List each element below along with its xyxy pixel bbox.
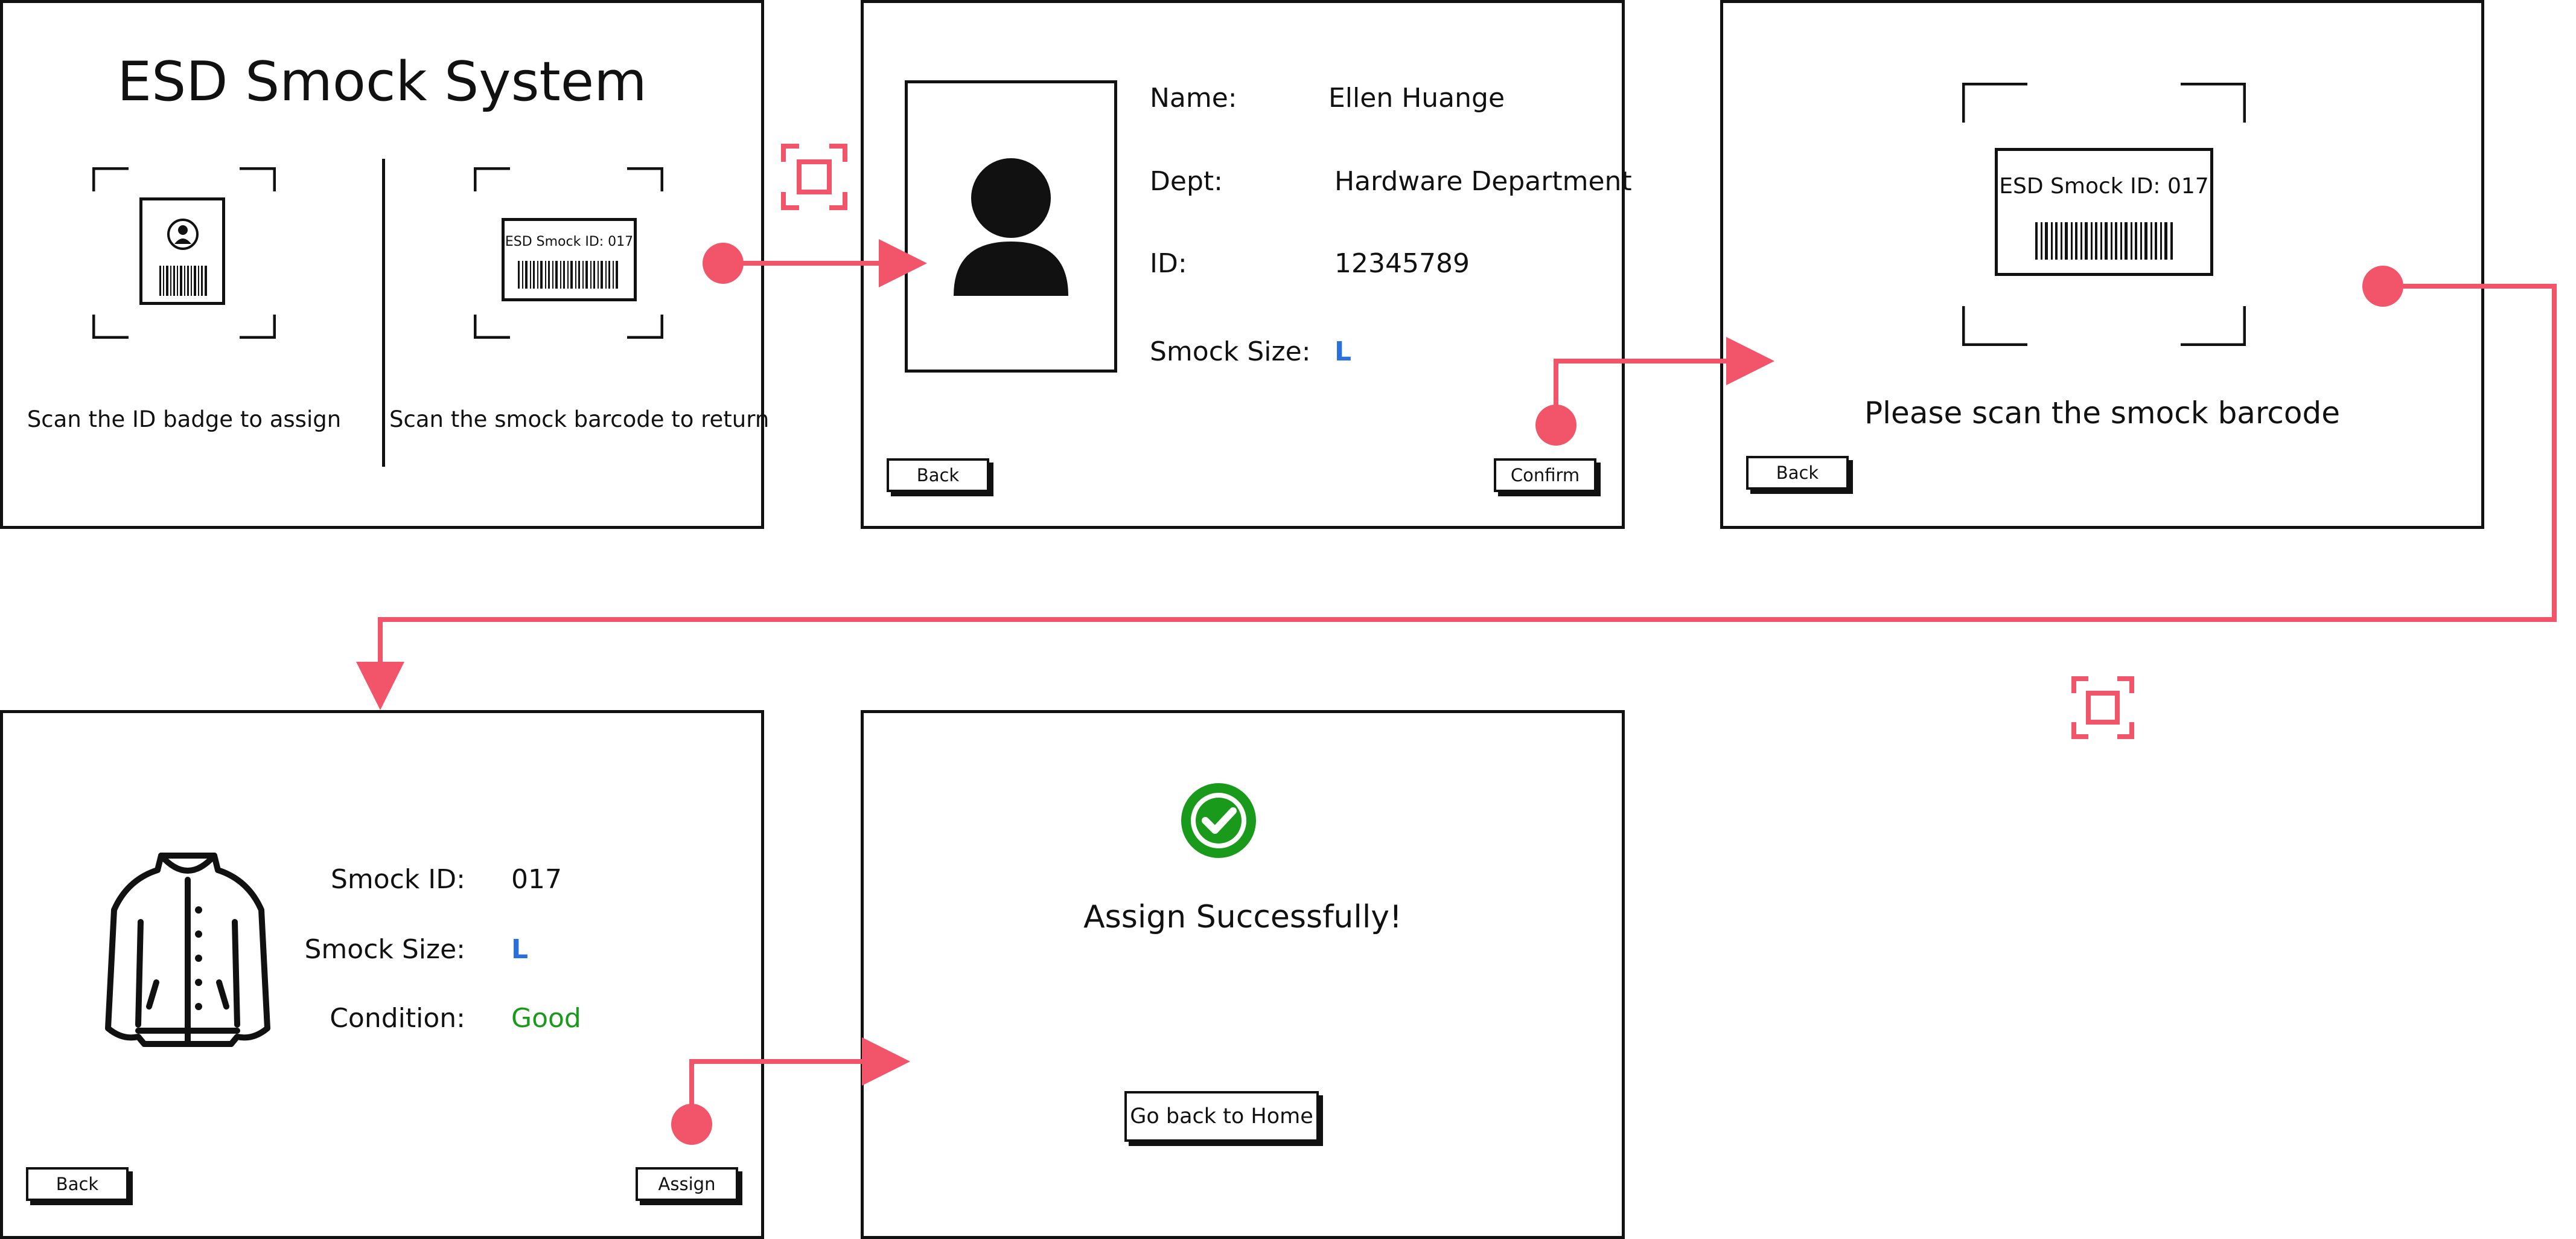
smock-tag-card: ESD Smock ID: 017 bbox=[1995, 148, 2213, 276]
condition-value: Good bbox=[511, 1003, 581, 1034]
smock-id-value: 017 bbox=[511, 864, 562, 895]
user-icon bbox=[954, 153, 1068, 296]
scan-prompt: Please scan the smock barcode bbox=[1864, 395, 2340, 431]
check-circle-icon bbox=[1181, 783, 1256, 858]
id-value: 12345789 bbox=[1334, 248, 1470, 279]
smock-size-label: Smock Size: bbox=[304, 934, 465, 965]
app-title: ESD Smock System bbox=[117, 50, 647, 114]
assign-button[interactable]: Assign bbox=[636, 1167, 738, 1201]
back-button[interactable]: Back bbox=[887, 458, 989, 492]
barcode-icon bbox=[159, 266, 207, 296]
name-value: Ellen Huange bbox=[1328, 83, 1505, 114]
success-message: Assign Successfully! bbox=[1083, 899, 1402, 935]
screen-success: Assign Successfully! Go back to Home bbox=[861, 710, 1625, 1239]
profile-photo-frame bbox=[905, 80, 1117, 373]
smock-tag-card: ESD Smock ID: 017 bbox=[502, 218, 637, 301]
smock-tag-text: ESD Smock ID: 017 bbox=[1999, 174, 2209, 199]
smock-size-value: L bbox=[511, 934, 529, 965]
jacket-icon bbox=[105, 853, 270, 1047]
barcode-icon bbox=[518, 261, 618, 289]
id-badge-card bbox=[139, 197, 225, 305]
return-caption: Scan the smock barcode to return bbox=[389, 406, 770, 432]
screen-profile: Name: Ellen Huange Dept: Hardware Depart… bbox=[861, 0, 1632, 529]
smock-tag-text: ESD Smock ID: 017 bbox=[505, 234, 634, 249]
screen-home: ESD Smock System Scan the ID badge to as… bbox=[0, 0, 770, 529]
id-label: ID: bbox=[1150, 248, 1187, 279]
divider bbox=[382, 159, 385, 467]
screen-scan: ESD Smock ID: 017 Please scan the smock … bbox=[1720, 0, 2484, 529]
smock-id-label: Smock ID: bbox=[330, 864, 465, 895]
size-label: Smock Size: bbox=[1150, 336, 1311, 367]
back-button[interactable]: Back bbox=[26, 1167, 129, 1201]
dept-value: Hardware Department bbox=[1334, 166, 1632, 197]
assign-caption: Scan the ID badge to assign bbox=[27, 406, 342, 432]
dept-label: Dept: bbox=[1150, 166, 1223, 197]
user-icon bbox=[167, 219, 199, 250]
size-value: L bbox=[1334, 336, 1352, 367]
name-label: Name: bbox=[1150, 83, 1237, 114]
barcode-icon bbox=[2035, 222, 2173, 260]
scan-icon bbox=[2071, 676, 2134, 739]
back-button[interactable]: Back bbox=[1746, 456, 1849, 490]
confirm-button[interactable]: Confirm bbox=[1494, 458, 1596, 492]
screen-smock: Smock ID: 017 Smock Size: L Condition: G… bbox=[0, 710, 764, 1239]
condition-label: Condition: bbox=[330, 1003, 465, 1034]
scan-icon bbox=[781, 144, 847, 210]
go-home-button[interactable]: Go back to Home bbox=[1124, 1091, 1319, 1142]
